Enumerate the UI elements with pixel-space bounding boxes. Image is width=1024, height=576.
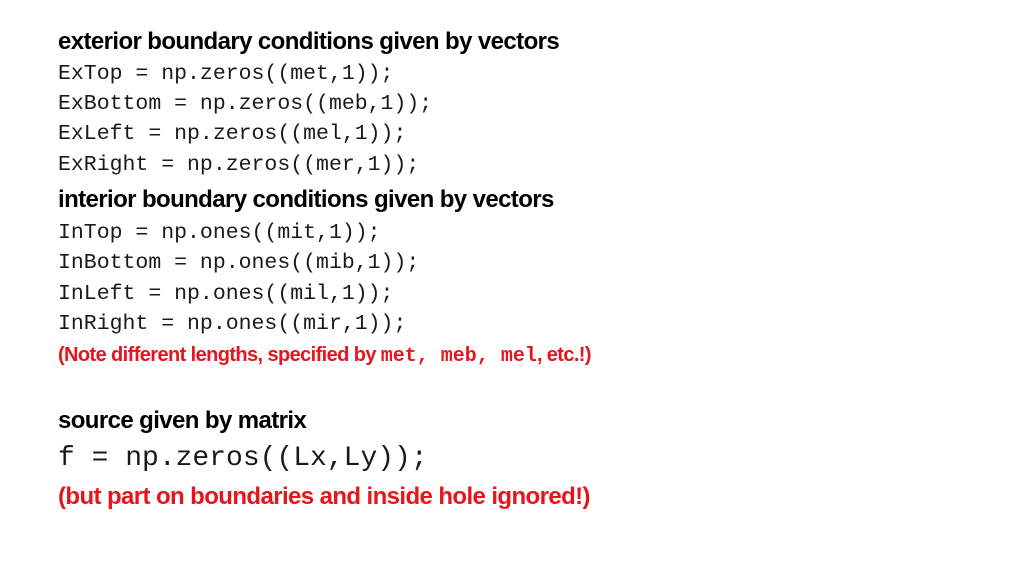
- lengths-note-suffix: , etc.!): [536, 344, 592, 366]
- exterior-heading: exterior boundary conditions given by ve…: [58, 28, 560, 55]
- code-line-exbottom: ExBottom = np.zeros((meb,1));: [58, 92, 433, 116]
- code-line-source: f = np.zeros((Lx,Ly));: [58, 443, 428, 474]
- source-heading: source given by matrix: [58, 407, 307, 434]
- lengths-note-code: met, meb, mel: [380, 345, 537, 368]
- code-line-inright: InRight = np.ones((mir,1));: [58, 312, 407, 336]
- code-line-exright: ExRight = np.zeros((mer,1));: [58, 153, 420, 177]
- lengths-note-prefix: (Note different lengths, specified by: [58, 344, 381, 366]
- code-line-inbottom: InBottom = np.ones((mib,1));: [58, 251, 420, 275]
- code-line-extop: ExTop = np.zeros((met,1));: [58, 62, 394, 86]
- interior-heading: interior boundary conditions given by ve…: [58, 186, 554, 213]
- slide-content: exterior boundary conditions given by ve…: [58, 0, 998, 576]
- lengths-note: (Note different lengths, specified by me…: [58, 344, 592, 368]
- code-line-intop: InTop = np.ones((mit,1));: [58, 221, 381, 245]
- source-note: (but part on boundaries and inside hole …: [58, 483, 591, 510]
- code-line-inleft: InLeft = np.ones((mil,1));: [58, 282, 394, 306]
- code-line-exleft: ExLeft = np.zeros((mel,1));: [58, 122, 407, 146]
